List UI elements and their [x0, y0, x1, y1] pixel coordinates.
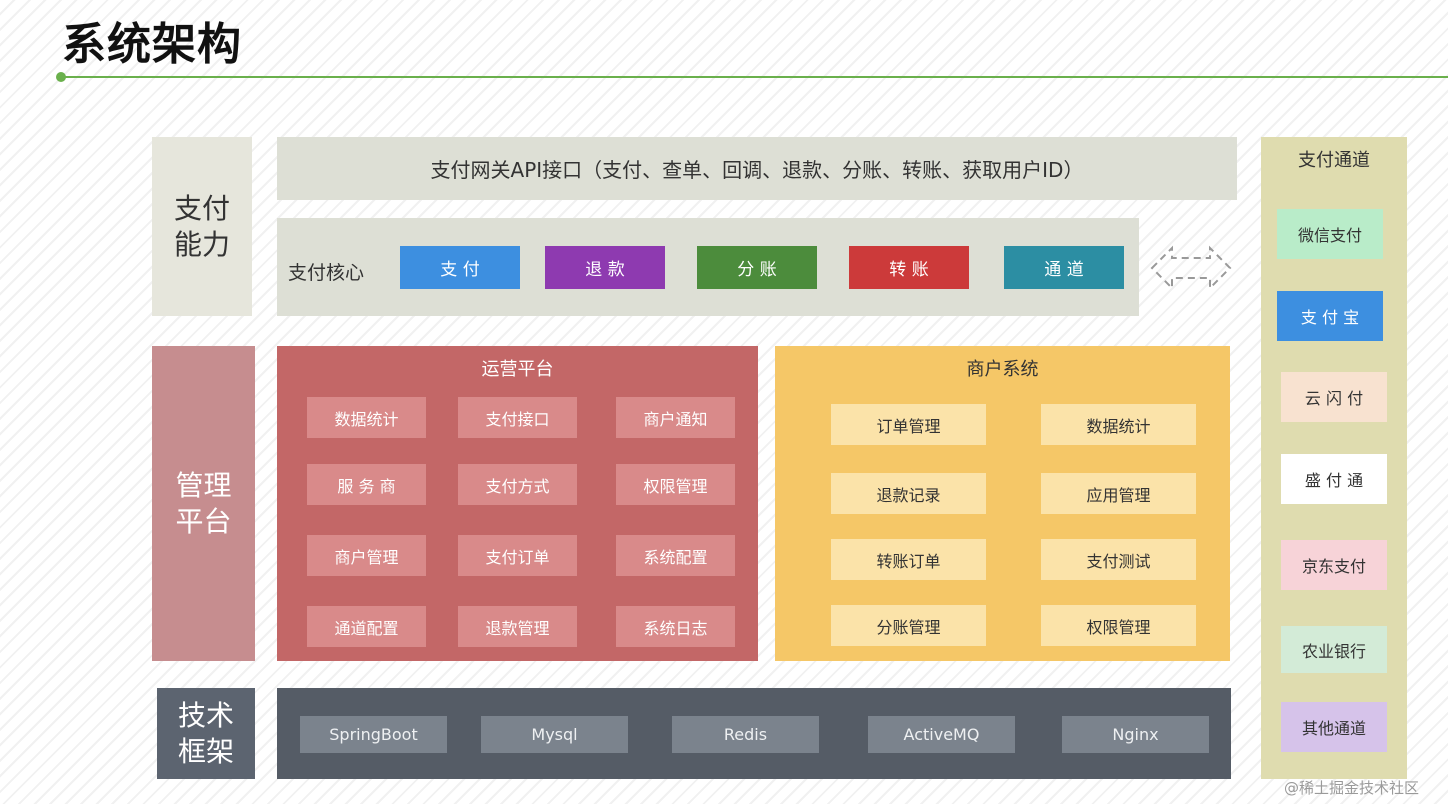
- payment-channels-title: 支付通道: [1298, 150, 1370, 171]
- merchant-item: 应用管理: [1041, 473, 1196, 514]
- ops-item: 通道配置: [307, 606, 426, 647]
- channel-other: 其他通道: [1281, 702, 1387, 752]
- ops-item: 支付订单: [458, 535, 577, 576]
- merchant-item: 数据统计: [1041, 404, 1196, 445]
- tech-item: Mysql: [481, 716, 628, 753]
- operations-platform-title: 运营平台: [481, 359, 554, 380]
- channel-agricultural-bank: 农业银行: [1281, 626, 1387, 673]
- channel-wechat-pay: 微信支付: [1277, 209, 1383, 259]
- ops-item: 服 务 商: [307, 464, 426, 505]
- ops-item: 支付方式: [458, 464, 577, 505]
- merchant-item: 退款记录: [831, 473, 986, 514]
- channel-unionpay-quickpass: 云 闪 付: [1281, 372, 1387, 422]
- core-module-pay: 支 付: [400, 246, 520, 289]
- operations-platform-panel: 运营平台 数据统计 支付接口 商户通知 服 务 商 支付方式 权限管理 商户管理…: [277, 346, 758, 661]
- merchant-system-title: 商户系统: [966, 359, 1039, 380]
- channel-alipay: 支 付 宝: [1277, 291, 1383, 341]
- merchant-item: 转账订单: [831, 539, 986, 580]
- ops-item: 权限管理: [616, 464, 735, 505]
- title-divider: [60, 76, 1448, 78]
- ops-item: 退款管理: [458, 606, 577, 647]
- title-divider-dot: [56, 72, 66, 82]
- channel-shengpay: 盛 付 通: [1281, 454, 1387, 504]
- merchant-item: 权限管理: [1041, 605, 1196, 646]
- core-module-split: 分 账: [697, 246, 817, 289]
- channel-jd-pay: 京东支付: [1281, 540, 1387, 590]
- core-module-transfer: 转 账: [849, 246, 969, 289]
- payment-core-panel: 支付核心 支 付 退 款 分 账 转 账 通 道: [277, 218, 1139, 316]
- ops-item: 商户通知: [616, 397, 735, 438]
- payment-core-label: 支付核心: [288, 262, 365, 284]
- tech-item: Nginx: [1062, 716, 1209, 753]
- tech-item: SpringBoot: [300, 716, 447, 753]
- bidirectional-arrow-icon: [1150, 245, 1232, 291]
- tech-stack-panel: SpringBoot Mysql Redis ActiveMQ Nginx: [277, 688, 1231, 779]
- ops-item: 系统日志: [616, 606, 735, 647]
- merchant-system-panel: 商户系统 订单管理 数据统计 退款记录 应用管理 转账订单 支付测试 分账管理 …: [775, 346, 1230, 661]
- core-module-refund: 退 款: [545, 246, 665, 289]
- page-title: 系统架构: [62, 19, 242, 70]
- layer-management-platform: 管理 平台: [152, 346, 255, 661]
- ops-item: 数据统计: [307, 397, 426, 438]
- tech-item: ActiveMQ: [868, 716, 1015, 753]
- core-module-channel: 通 道: [1004, 246, 1124, 289]
- ops-item: 支付接口: [458, 397, 577, 438]
- tech-item: Redis: [672, 716, 819, 753]
- watermark: @稀土掘金技术社区: [1284, 779, 1420, 797]
- merchant-item: 分账管理: [831, 605, 986, 646]
- layer-payment-capability: 支付 能力: [152, 137, 252, 316]
- merchant-item: 订单管理: [831, 404, 986, 445]
- ops-item: 系统配置: [616, 535, 735, 576]
- layer-tech-framework: 技术 框架: [157, 688, 255, 779]
- api-gateway-bar: 支付网关API接口（支付、查单、回调、退款、分账、转账、获取用户ID）: [277, 137, 1237, 200]
- merchant-item: 支付测试: [1041, 539, 1196, 580]
- ops-item: 商户管理: [307, 535, 426, 576]
- payment-channels-panel: 支付通道 微信支付 支 付 宝 云 闪 付 盛 付 通 京东支付 农业银行 其他…: [1261, 137, 1407, 779]
